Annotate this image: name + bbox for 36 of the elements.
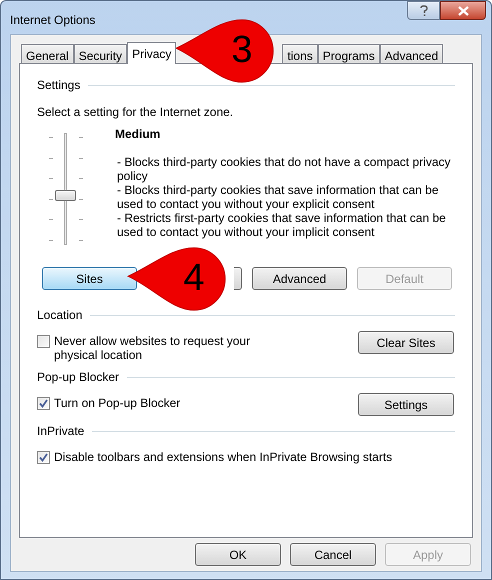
tab[interactable]: Programs — [318, 44, 380, 63]
close-icon — [458, 6, 468, 16]
privacy-level-description: - Blocks third-party cookies that save information that can be used to contact you without your explicit consent — [117, 183, 440, 211]
section-button[interactable]: Settings — [358, 393, 454, 416]
checkmark-icon — [39, 399, 48, 408]
tab[interactable]: Privacy — [127, 42, 176, 64]
zone-prompt: Select a setting for the Internet zone. — [37, 104, 234, 121]
checkbox[interactable] — [37, 397, 50, 410]
section-heading: InPrivate — [37, 423, 84, 440]
tab[interactable]: Security — [74, 44, 128, 63]
privacy-button[interactable]: Sites — [42, 267, 137, 290]
close-button[interactable] — [440, 1, 486, 20]
slider-thumb[interactable] — [55, 190, 76, 202]
section-heading: Pop-up Blocker — [37, 369, 120, 386]
section-heading: Location — [37, 307, 82, 324]
privacy-button[interactable] — [234, 267, 242, 290]
section-button[interactable]: Clear Sites — [358, 331, 454, 354]
question-mark-icon — [420, 4, 428, 16]
privacy-level-description: - Blocks third-party cookies that do not have a compact privacy policy — [117, 155, 452, 183]
tab[interactable]: tions — [282, 44, 318, 63]
checkbox-label: Never allow websites to request your physical location — [54, 334, 252, 362]
tab[interactable]: Advanced — [380, 44, 444, 63]
checkbox[interactable] — [37, 335, 50, 348]
tab[interactable]: General — [21, 44, 74, 63]
privacy-button[interactable]: Advanced — [252, 267, 347, 290]
privacy-level-name: Medium — [115, 126, 162, 143]
window-title: Internet Options — [10, 12, 96, 29]
dialog-button[interactable]: OK — [195, 543, 281, 566]
checkbox[interactable] — [37, 451, 50, 464]
section-heading: Settings — [37, 77, 80, 94]
checkbox-label: Turn on Pop-up Blocker — [54, 396, 180, 410]
dialog-button[interactable]: Cancel — [290, 543, 376, 566]
checkbox-label: Disable toolbars and extensions when InPrivate Browsing starts — [54, 450, 392, 464]
checkmark-icon — [39, 453, 48, 462]
privacy-level-description: - Restricts first-party cookies that save information that can be used to contact you without your implicit consent — [117, 211, 447, 239]
help-button[interactable] — [407, 1, 440, 20]
